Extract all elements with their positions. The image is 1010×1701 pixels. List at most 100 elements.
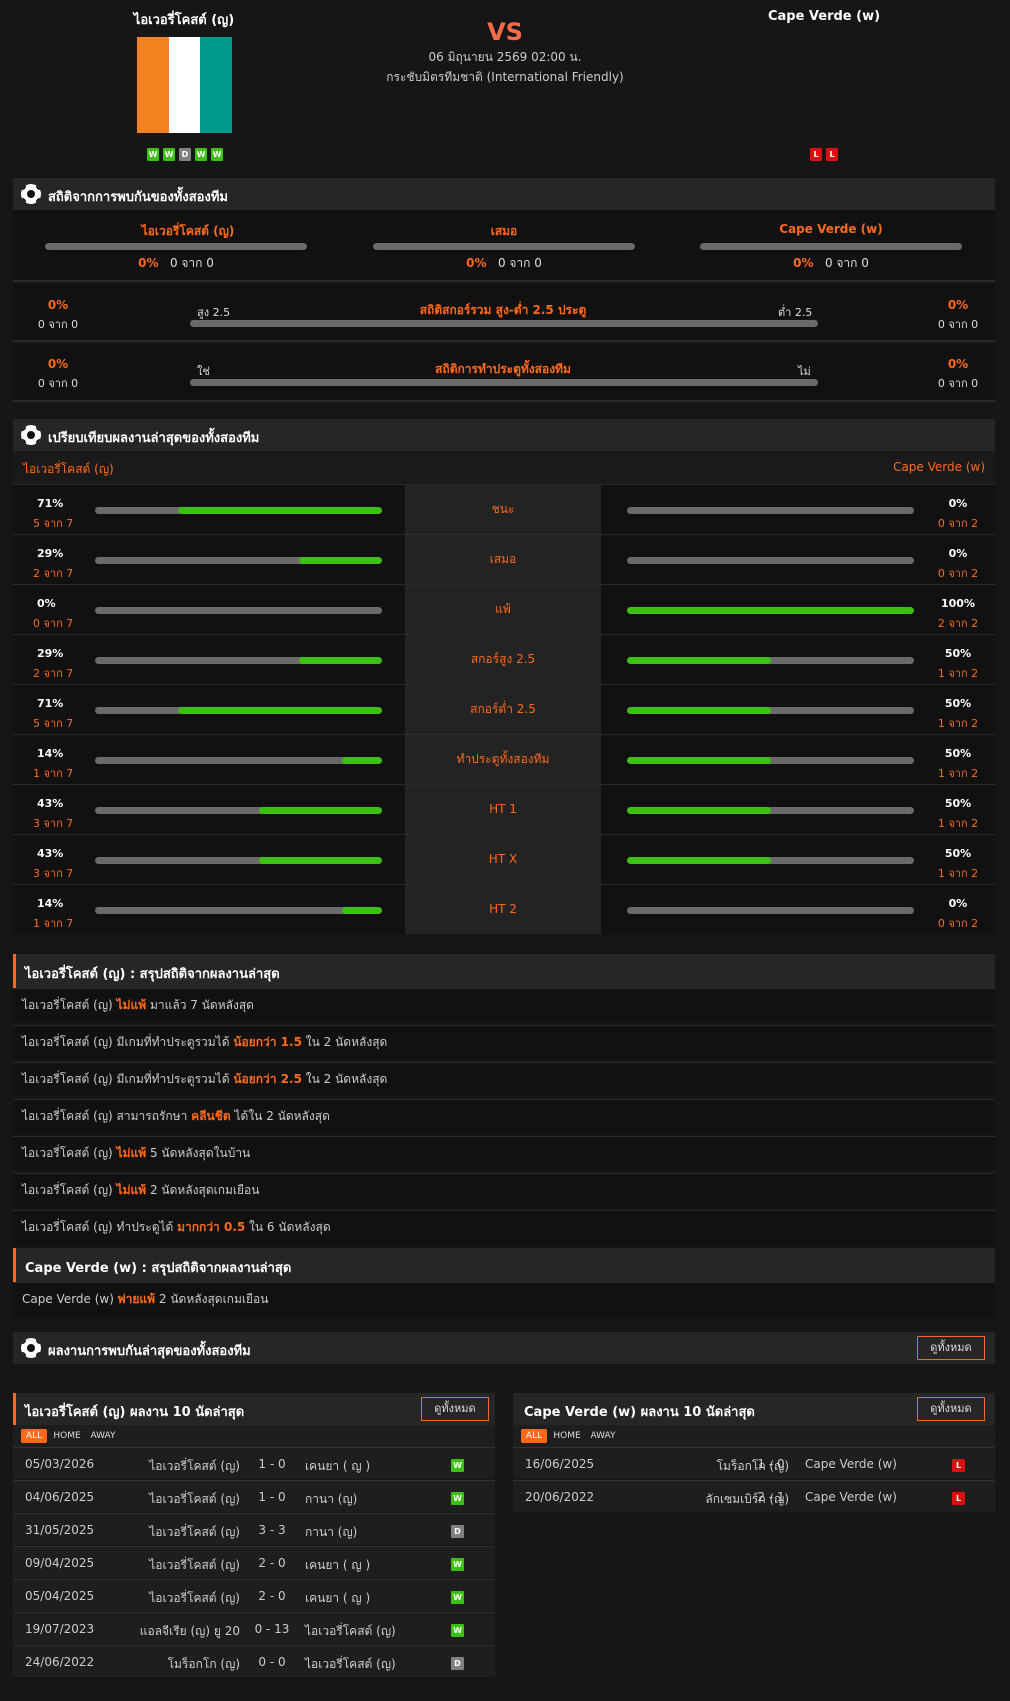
match-row[interactable]: 05/03/2026 ไอเวอรี่โคสต์ (ญ) 1 - 0 เคนยา ( … bbox=[13, 1447, 495, 1479]
h2h-view-all-button[interactable]: ดูทั้งหมด bbox=[917, 1336, 985, 1360]
away-bar bbox=[627, 607, 914, 614]
away-summary-header: Cape Verde (w) : สรุปสถิติจากผลงานล่าสุด bbox=[13, 1248, 995, 1282]
compare-away-label: Cape Verde (w) bbox=[893, 460, 985, 474]
match-away-team[interactable]: เคนยา ( ญ ) bbox=[305, 1589, 370, 1608]
home-pct: 14% bbox=[37, 747, 64, 760]
tab-home[interactable]: HOME bbox=[51, 1429, 83, 1443]
home-count: 1 จาก 7 bbox=[33, 917, 74, 930]
h2h-home-label: ไอเวอรี่โคสต์ (ญ) bbox=[141, 224, 235, 238]
h2h-stats-header: สถิติจากการพบกันของทั้งสองทีม bbox=[13, 178, 995, 210]
tab-away[interactable]: AWAY bbox=[87, 1429, 119, 1443]
home-bar-fill bbox=[178, 707, 382, 714]
tab-home[interactable]: HOME bbox=[551, 1429, 583, 1443]
summary-text: ใน 2 นัดหลังสุด bbox=[301, 1072, 388, 1086]
match-datetime: 06 มิถุนายน 2569 02:00 น. bbox=[428, 50, 582, 64]
away-count: 1 จาก 2 bbox=[937, 817, 979, 830]
match-away-team[interactable]: เคนยา ( ญ ) bbox=[305, 1457, 370, 1476]
compare-row: 71% 5 จาก 7 สกอร์ต่ำ 2.5 50% 1 จาก 2 bbox=[13, 684, 995, 734]
summary-highlight: คลีนชีต bbox=[191, 1109, 231, 1123]
match-date: 24/06/2022 bbox=[25, 1655, 95, 1669]
match-row[interactable]: 04/06/2025 ไอเวอรี่โคสต์ (ญ) 1 - 0 กานา (ญ)… bbox=[13, 1480, 495, 1512]
match-away-team[interactable]: ไอเวอรี่โคสต์ (ญ) bbox=[305, 1655, 396, 1674]
match-date: 05/04/2025 bbox=[25, 1589, 95, 1603]
match-date: 20/06/2022 bbox=[525, 1490, 595, 1504]
home-last-view-all-button[interactable]: ดูทั้งหมด bbox=[421, 1397, 489, 1421]
away-form-badges: LL bbox=[774, 146, 874, 161]
home-count: 0 จาก 7 bbox=[33, 617, 74, 630]
result-badge: L bbox=[952, 1459, 965, 1472]
compare-row: 71% 5 จาก 7 ชนะ 0% 0 จาก 2 bbox=[13, 484, 995, 534]
away-count: 0 จาก 2 bbox=[937, 517, 979, 530]
summary-text: Cape Verde (w) bbox=[22, 1292, 118, 1306]
away-bar-fill bbox=[627, 657, 771, 664]
home-bar-fill bbox=[259, 857, 382, 864]
home-bar bbox=[95, 557, 382, 564]
tab-away[interactable]: AWAY bbox=[587, 1429, 619, 1443]
section-title: ผลงานการพบกันล่าสุดของทั้งสองทีม bbox=[48, 1344, 251, 1359]
match-home-team[interactable]: โมร็อกโก (ญ) bbox=[168, 1655, 240, 1674]
match-row[interactable]: 16/06/2025 โมร็อกโก (ญ) 1 - 0 Cape Verde (w… bbox=[513, 1447, 995, 1479]
match-row[interactable]: 05/04/2025 ไอเวอรี่โคสต์ (ญ) 2 - 0 เคนยา ( … bbox=[13, 1579, 495, 1611]
h2h-draw-bar bbox=[373, 243, 635, 250]
match-score: 0 - 13 bbox=[254, 1622, 290, 1636]
away-bar-fill bbox=[627, 707, 771, 714]
home-count: 5 จาก 7 bbox=[33, 717, 74, 730]
match-score: 3 - 3 bbox=[258, 1523, 286, 1537]
home-team-name[interactable]: ไอเวอรี่โคสต์ (ญ) bbox=[84, 9, 284, 30]
match-row[interactable]: 20/06/2022 ลักเซมเบิร์ก (ญ) 2 - 1 Cape Verd… bbox=[513, 1480, 995, 1512]
tab-all[interactable]: ALL bbox=[21, 1429, 47, 1443]
match-home-team[interactable]: ไอเวอรี่โคสต์ (ญ) bbox=[149, 1589, 240, 1608]
away-last-view-all-button[interactable]: ดูทั้งหมด bbox=[917, 1397, 985, 1421]
home-bar bbox=[95, 857, 382, 864]
match-row[interactable]: 31/05/2025 ไอเวอรี่โคสต์ (ญ) 3 - 3 กานา (ญ)… bbox=[13, 1513, 495, 1545]
h2h-draw-pct: 0% bbox=[466, 256, 487, 270]
away-last-header: Cape Verde (w) ผลงาน 10 นัดล่าสุด ดูทั้ง… bbox=[513, 1393, 995, 1425]
home-team-flag bbox=[137, 37, 233, 133]
h2h-home-bar bbox=[45, 243, 307, 250]
home-bar bbox=[95, 657, 382, 664]
match-away-team[interactable]: กานา (ญ) bbox=[305, 1490, 357, 1509]
match-home-team[interactable]: แอลจีเรีย (ญ) ยู 20 bbox=[140, 1622, 240, 1641]
summary-text: ไอเวอรี่โคสต์ (ญ) มีเกมที่ทำประตูรวมได้ bbox=[22, 1035, 234, 1049]
soccer-ball-icon bbox=[21, 425, 41, 445]
home-bar bbox=[95, 707, 382, 714]
btts-left-of: 0 จาก 0 bbox=[37, 377, 79, 390]
match-row[interactable]: 19/07/2023 แอลจีเรีย (ญ) ยู 20 0 - 13 ไอเวอ… bbox=[13, 1612, 495, 1644]
home-count: 3 จาก 7 bbox=[33, 817, 74, 830]
home-bar bbox=[95, 507, 382, 514]
compare-row: 29% 2 จาก 7 เสมอ 0% 0 จาก 2 bbox=[13, 534, 995, 584]
match-away-team[interactable]: Cape Verde (w) bbox=[805, 1457, 897, 1471]
away-count: 1 จาก 2 bbox=[937, 867, 979, 880]
match-home-team[interactable]: ไอเวอรี่โคสต์ (ญ) bbox=[149, 1457, 240, 1476]
summary-text: ใน 6 นัดหลังสุด bbox=[245, 1220, 331, 1234]
summary-text: ไอเวอรี่โคสต์ (ญ) มีเกมที่ทำประตูรวมได้ bbox=[22, 1072, 234, 1086]
away-bar-fill bbox=[627, 607, 914, 614]
match-home-team[interactable]: ไอเวอรี่โคสต์ (ญ) bbox=[149, 1556, 240, 1575]
summary-highlight: ไม่แพ้ bbox=[116, 1146, 147, 1160]
match-home-team[interactable]: ไอเวอรี่โคสต์ (ญ) bbox=[149, 1523, 240, 1542]
summary-text: ได้ใน 2 นัดหลังสุด bbox=[230, 1109, 330, 1123]
h2h-stats-box: ไอเวอรี่โคสต์ (ญ) 0% 0 จาก 0 เสมอ 0% 0 จ… bbox=[13, 210, 995, 282]
match-row[interactable]: 24/06/2022 โมร็อกโก (ญ) 0 - 0 ไอเวอรี่โคสต์… bbox=[13, 1645, 495, 1677]
match-score: 0 - 0 bbox=[258, 1655, 286, 1669]
match-home-team[interactable]: ไอเวอรี่โคสต์ (ญ) bbox=[149, 1490, 240, 1509]
result-badge: W bbox=[451, 1624, 464, 1637]
away-team-name[interactable]: Cape Verde (w) bbox=[724, 9, 924, 24]
summary-text: ไอเวอรี่โคสต์ (ญ) bbox=[22, 1146, 117, 1160]
match-score: 2 - 0 bbox=[258, 1556, 286, 1570]
match-away-team[interactable]: Cape Verde (w) bbox=[805, 1490, 897, 1504]
home-pct: 43% bbox=[37, 797, 64, 810]
summary-highlight: น้อยกว่า 2.5 bbox=[233, 1072, 302, 1086]
match-row[interactable]: 09/04/2025 ไอเวอรี่โคสต์ (ญ) 2 - 0 เคนยา ( … bbox=[13, 1546, 495, 1578]
summary-line: ไอเวอรี่โคสต์ (ญ) มีเกมที่ทำประตูรวมได้ … bbox=[13, 1025, 995, 1059]
away-bar bbox=[627, 807, 914, 814]
ou-right-pct: 0% bbox=[947, 298, 969, 312]
match-away-team[interactable]: เคนยา ( ญ ) bbox=[305, 1556, 370, 1575]
btts-left-pct: 0% bbox=[47, 357, 69, 371]
tab-all[interactable]: ALL bbox=[521, 1429, 547, 1443]
match-away-team[interactable]: ไอเวอรี่โคสต์ (ญ) bbox=[305, 1622, 396, 1641]
home-bar-fill bbox=[342, 907, 382, 914]
away-pct: 0% bbox=[948, 547, 968, 560]
compare-home-label: ไอเวอรี่โคสต์ (ญ) bbox=[23, 462, 114, 476]
match-away-team[interactable]: กานา (ญ) bbox=[305, 1523, 357, 1542]
